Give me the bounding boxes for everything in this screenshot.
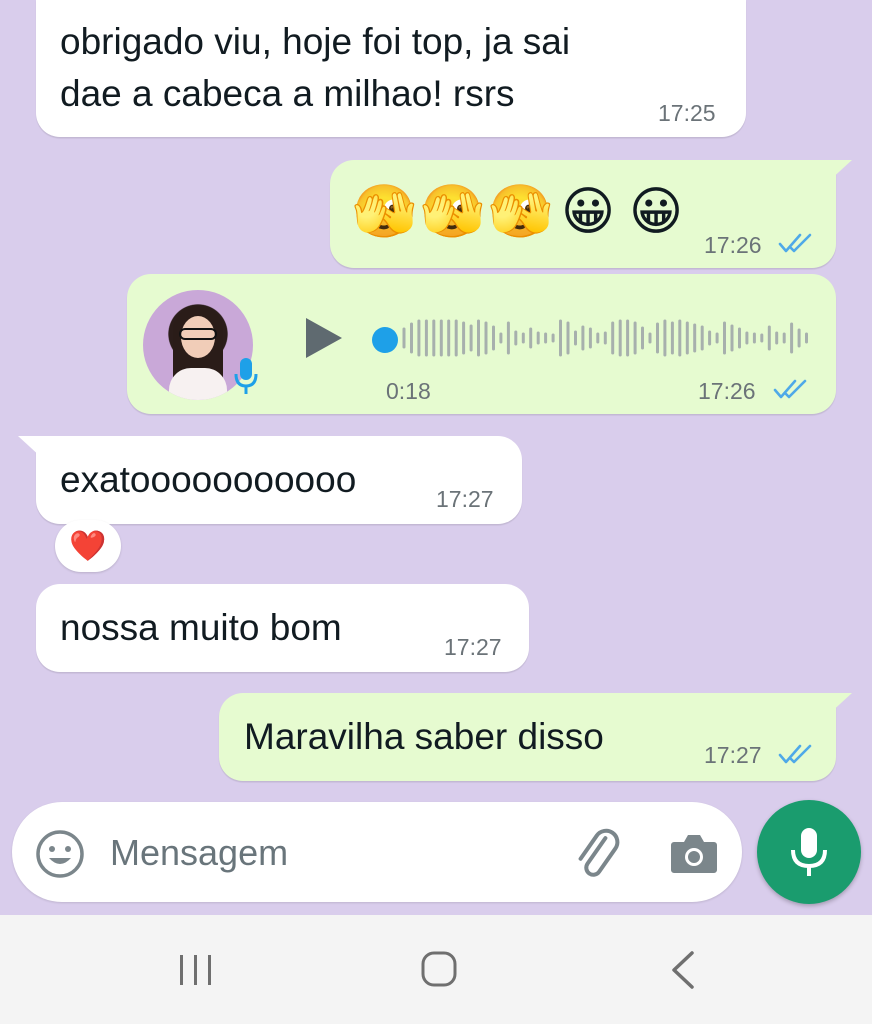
face-with-peeking-eye-icon: 🫣 bbox=[420, 183, 485, 241]
message-time: 17:27 bbox=[704, 742, 762, 768]
home-icon[interactable] bbox=[409, 943, 469, 999]
mic-badge-icon bbox=[234, 358, 258, 394]
chat-area[interactable]: obrigado viu, hoje foi top, ja sai dae a… bbox=[0, 0, 872, 915]
face-with-peeking-eye-icon: 🫣 bbox=[352, 183, 417, 241]
recent-apps-icon[interactable] bbox=[166, 943, 226, 999]
message-time: 17:27 bbox=[436, 486, 494, 512]
grinning-face-icon: 😀 bbox=[628, 183, 684, 241]
read-ticks-icon bbox=[778, 744, 812, 764]
read-ticks-icon bbox=[773, 379, 807, 399]
system-navbar bbox=[0, 915, 872, 1024]
face-with-peeking-eye-icon: 🫣 bbox=[488, 183, 553, 241]
seek-handle[interactable] bbox=[372, 327, 398, 353]
waveform[interactable] bbox=[398, 306, 808, 370]
bubble-tail bbox=[828, 693, 852, 715]
message-time: 17:25 bbox=[658, 100, 716, 126]
play-icon[interactable] bbox=[302, 314, 346, 362]
emoji-row: 🫣 🫣 🫣 😀 😀 bbox=[352, 180, 688, 244]
grinning-face-icon: 😀 bbox=[560, 183, 616, 241]
read-ticks-icon bbox=[778, 233, 812, 253]
mic-icon bbox=[791, 828, 827, 876]
voice-duration: 0:18 bbox=[386, 378, 431, 404]
message-composer bbox=[12, 802, 742, 902]
back-icon[interactable] bbox=[654, 943, 714, 999]
message-text: exatooooooooooo bbox=[60, 459, 357, 500]
emoji-icon[interactable] bbox=[34, 828, 86, 880]
message-time: 17:27 bbox=[444, 634, 502, 660]
message-text: Maravilha saber disso bbox=[244, 716, 604, 757]
heart-reaction[interactable]: ❤️ bbox=[55, 520, 121, 572]
bubble-tail bbox=[828, 160, 852, 182]
message-time: 17:26 bbox=[704, 232, 762, 258]
record-voice-button[interactable] bbox=[757, 800, 861, 904]
bubble-tail bbox=[18, 436, 42, 458]
incoming-message[interactable]: obrigado viu, hoje foi top, ja sai dae a… bbox=[36, 0, 746, 137]
message-text: nossa muito bom bbox=[60, 607, 342, 648]
camera-icon[interactable] bbox=[668, 830, 720, 876]
paperclip-icon[interactable] bbox=[568, 828, 624, 880]
message-text: obrigado viu, hoje foi top, ja sai dae a… bbox=[60, 21, 571, 114]
message-time: 17:26 bbox=[698, 378, 756, 404]
message-input[interactable] bbox=[108, 826, 552, 880]
